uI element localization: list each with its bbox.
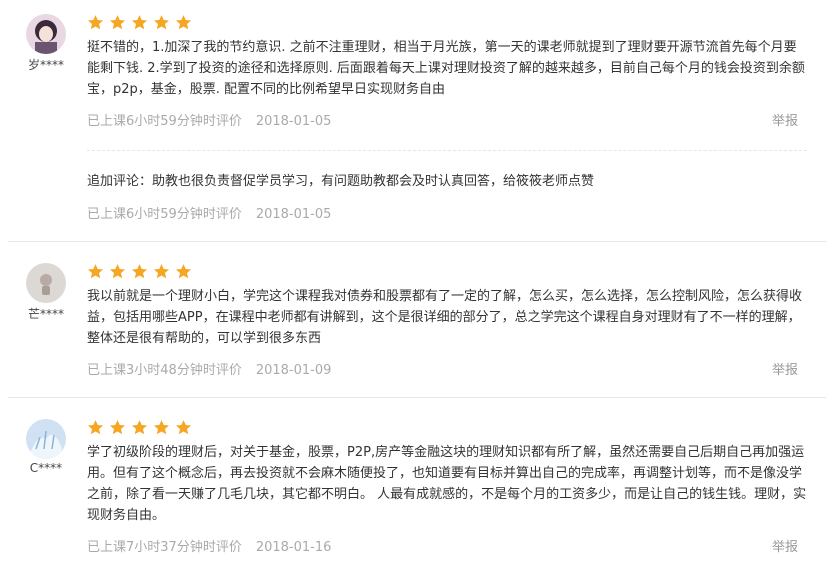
star-icon bbox=[153, 15, 170, 30]
review-meta: 已上课3小时48分钟时评价 2018-01-09 bbox=[87, 359, 331, 378]
username[interactable]: 岁**** bbox=[26, 56, 66, 73]
review-status: 已上课3小时48分钟时评价 bbox=[87, 363, 242, 378]
star-icon bbox=[109, 15, 126, 30]
review-status: 已上课6小时59分钟时评价 bbox=[87, 207, 242, 222]
review-content: 学了初级阶段的理财后，对关于基金，股票，P2P,房产等金融这块的理财知识都有所了… bbox=[87, 445, 807, 523]
review-date: 2018-01-09 bbox=[255, 363, 332, 378]
star-icon bbox=[175, 264, 192, 279]
star-icon bbox=[109, 264, 126, 279]
star-icon bbox=[131, 264, 148, 279]
star-icon bbox=[87, 420, 104, 435]
review-date: 2018-01-16 bbox=[255, 540, 332, 555]
followup-content: 追加评论：助教也很负责督促学员学习，有问题助教都会及时认真回答，给筱筱老师点赞 bbox=[87, 174, 595, 189]
review-divider bbox=[8, 397, 826, 398]
star-icon bbox=[87, 264, 104, 279]
star-icon bbox=[153, 264, 170, 279]
review-content: 挺不错的，1.加深了我的节约意识. 之前不注重理财，相当于月光族，第一天的课老师… bbox=[87, 40, 805, 97]
followup-divider bbox=[87, 150, 807, 151]
username[interactable]: 芒**** bbox=[26, 305, 66, 322]
review-meta: 已上课6小时59分钟时评价 2018-01-05 bbox=[87, 110, 331, 129]
avatar[interactable] bbox=[26, 263, 66, 303]
star-icon bbox=[131, 15, 148, 30]
star-icon bbox=[153, 420, 170, 435]
report-link[interactable]: 举报 bbox=[772, 359, 798, 378]
avatar[interactable] bbox=[26, 419, 66, 459]
rating-stars bbox=[87, 14, 192, 34]
username[interactable]: C**** bbox=[26, 461, 66, 475]
review-meta: 已上课7小时37分钟时评价 2018-01-16 bbox=[87, 536, 331, 555]
report-link[interactable]: 举报 bbox=[772, 536, 798, 555]
followup-meta: 已上课6小时59分钟时评价 2018-01-05 bbox=[87, 203, 331, 222]
avatar[interactable] bbox=[26, 14, 66, 54]
rating-stars bbox=[87, 263, 192, 283]
star-icon bbox=[131, 420, 148, 435]
review-status: 已上课6小时59分钟时评价 bbox=[87, 114, 242, 129]
star-icon bbox=[175, 420, 192, 435]
review-date: 2018-01-05 bbox=[255, 114, 332, 129]
review-content: 我以前就是一个理财小白，学完这个课程我对债券和股票都有了一定的了解，怎么买，怎么… bbox=[87, 289, 803, 346]
report-link[interactable]: 举报 bbox=[772, 110, 798, 129]
review-status: 已上课7小时37分钟时评价 bbox=[87, 540, 242, 555]
star-icon bbox=[87, 15, 104, 30]
rating-stars bbox=[87, 419, 192, 439]
star-icon bbox=[109, 420, 126, 435]
review-date: 2018-01-05 bbox=[255, 207, 332, 222]
review-divider bbox=[8, 241, 826, 242]
star-icon bbox=[175, 15, 192, 30]
